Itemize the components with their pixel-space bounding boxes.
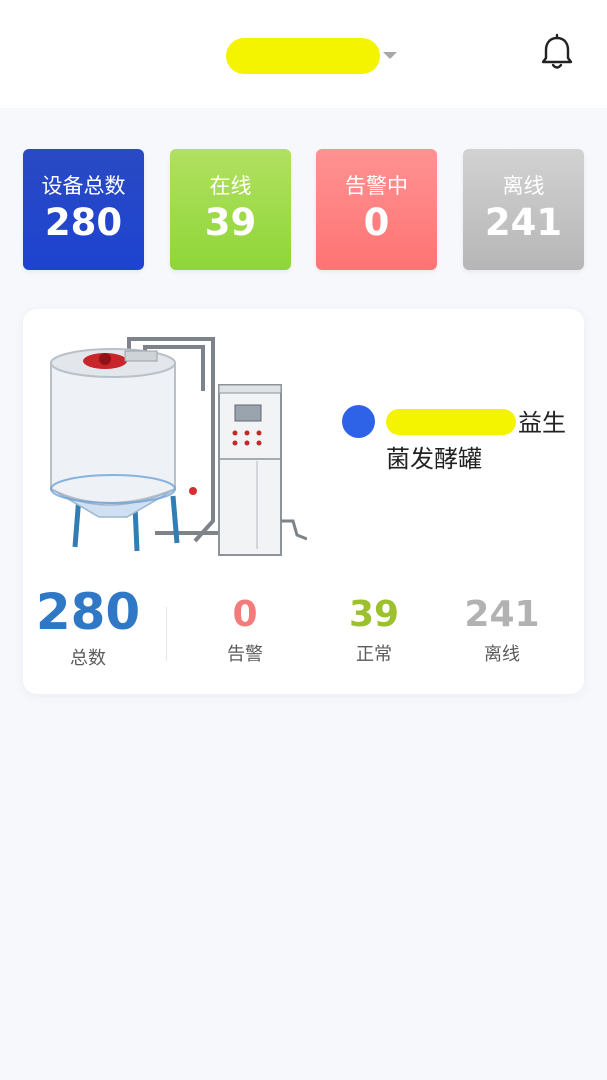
stat-alarm-label: 告警中 — [345, 174, 408, 198]
stat-online-value: 39 — [204, 201, 257, 244]
stat-card-alarm[interactable]: 告警中 0 — [316, 149, 437, 270]
top-header — [0, 0, 607, 108]
device-summary-alarm: 0 告警 — [185, 597, 305, 667]
summary-divider — [166, 607, 167, 661]
summary-total-value: 280 — [35, 583, 141, 641]
stat-card-total[interactable]: 设备总数 280 — [23, 149, 144, 270]
stat-card-offline[interactable]: 离线 241 — [463, 149, 584, 270]
project-title-redacted[interactable] — [226, 38, 380, 74]
summary-normal-value: 39 — [348, 594, 400, 635]
device-card[interactable]: 益生菌发酵罐 280 总数 0 告警 39 正常 241 离线 — [23, 309, 584, 694]
device-status-dot — [342, 405, 375, 438]
stat-offline-label: 离线 — [502, 174, 545, 198]
device-summary-total: 280 总数 — [28, 587, 148, 671]
stat-online-label: 在线 — [209, 174, 252, 198]
summary-offline-value: 241 — [464, 594, 540, 635]
device-summary-offline: 241 离线 — [442, 597, 562, 667]
device-name[interactable]: 益生菌发酵罐 — [386, 405, 566, 477]
summary-offline-label: 离线 — [484, 644, 520, 665]
stat-card-online[interactable]: 在线 39 — [170, 149, 291, 270]
stat-total-label: 设备总数 — [41, 174, 126, 198]
caret-down-icon[interactable] — [383, 52, 397, 59]
summary-alarm-value: 0 — [232, 594, 258, 635]
summary-alarm-label: 告警 — [227, 644, 263, 665]
stat-total-value: 280 — [44, 201, 123, 244]
stat-offline-value: 241 — [484, 201, 563, 244]
summary-normal-label: 正常 — [356, 644, 392, 665]
stat-alarm-value: 0 — [363, 201, 390, 244]
device-summary-normal: 39 正常 — [314, 597, 434, 667]
summary-total-label: 总数 — [70, 648, 106, 669]
fermentation-tank-image — [50, 337, 307, 556]
bell-icon[interactable] — [537, 33, 577, 73]
